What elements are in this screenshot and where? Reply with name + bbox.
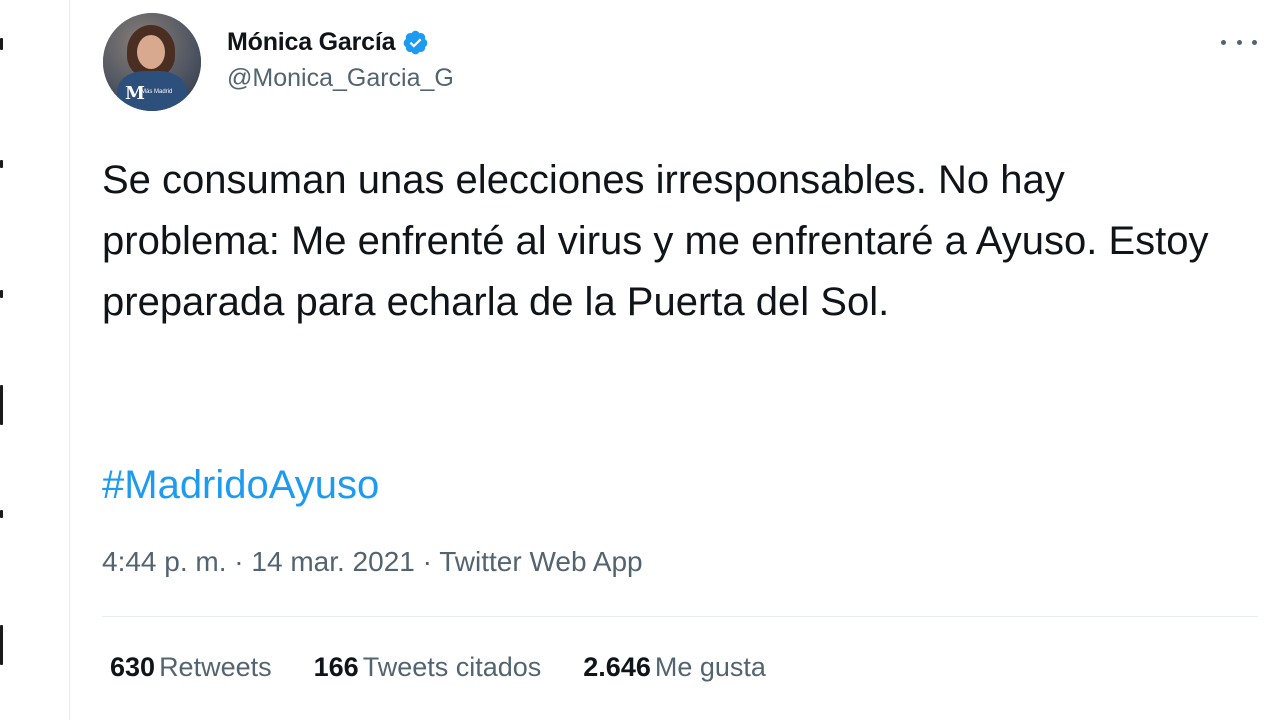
sidebar-edge-mark bbox=[0, 385, 3, 425]
avatar[interactable]: M Más Madrid bbox=[103, 13, 201, 111]
hashtag-link[interactable]: #MadridoAyuso bbox=[102, 455, 379, 516]
sidebar-edge bbox=[0, 0, 14, 720]
sidebar-edge-mark bbox=[0, 38, 3, 50]
likes-stat[interactable]: 2.646 Me gusta bbox=[583, 652, 766, 683]
verified-badge-icon bbox=[403, 30, 428, 54]
quote-tweets-count: 166 bbox=[313, 652, 359, 682]
avatar-badge-text: Más Madrid bbox=[141, 89, 173, 95]
sidebar-edge-mark bbox=[0, 510, 3, 518]
avatar-face bbox=[137, 35, 165, 69]
tweet-detail: M Más Madrid Mónica García @Monica_Garci… bbox=[70, 0, 1280, 720]
meta-separator: · bbox=[414, 546, 440, 577]
retweets-stat[interactable]: 630 Retweets bbox=[110, 652, 272, 683]
sidebar-edge-mark bbox=[0, 625, 3, 665]
retweets-count: 630 bbox=[110, 652, 156, 682]
more-options-icon[interactable] bbox=[1221, 30, 1257, 54]
retweets-label: Retweets bbox=[159, 652, 272, 682]
tweet-stats: 630 Retweets 166 Tweets citados 2.646 Me gu… bbox=[110, 652, 808, 683]
sidebar-edge-mark bbox=[0, 290, 3, 298]
more-dot bbox=[1221, 39, 1226, 45]
sidebar-edge-mark bbox=[0, 160, 3, 168]
tweet-meta: 4:44 p. m. · 14 mar. 2021 · Twitter Web … bbox=[102, 546, 643, 578]
quote-tweets-stat[interactable]: 166 Tweets citados bbox=[314, 652, 542, 683]
author-name-row[interactable]: Mónica García bbox=[227, 24, 429, 60]
tweet-page: M Más Madrid Mónica García @Monica_Garci… bbox=[0, 0, 1280, 720]
tweet-text: Se consuman unas elecciones irresponsabl… bbox=[102, 158, 1209, 324]
tweet-timestamp[interactable]: 4:44 p. m. · 14 mar. 2021 bbox=[102, 546, 415, 577]
more-dot bbox=[1252, 39, 1257, 45]
author-display-name[interactable]: Mónica García bbox=[227, 28, 396, 57]
more-dot bbox=[1236, 39, 1242, 45]
quote-tweets-label: Tweets citados bbox=[362, 652, 542, 682]
likes-label: Me gusta bbox=[654, 652, 766, 682]
likes-count: 2.646 bbox=[583, 652, 651, 682]
author-handle[interactable]: @Monica_Garcia_G bbox=[227, 64, 454, 93]
tweet-source[interactable]: Twitter Web App bbox=[439, 546, 642, 577]
stats-divider bbox=[102, 616, 1258, 617]
